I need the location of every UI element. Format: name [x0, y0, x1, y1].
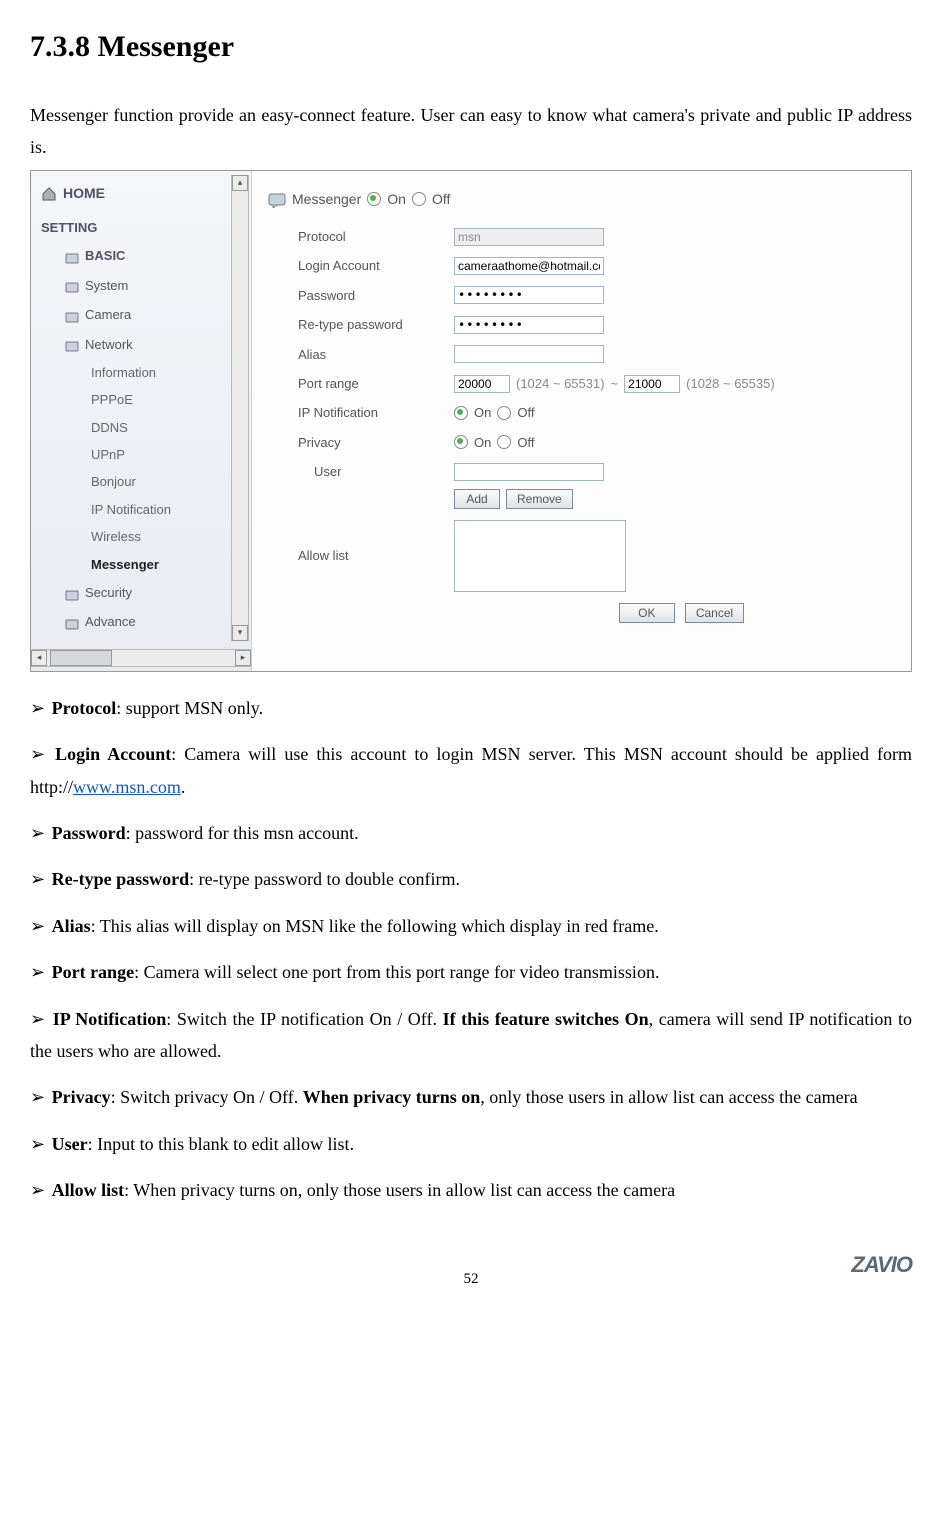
sidebar-sub-messenger[interactable]: Messenger	[35, 551, 247, 578]
on-label: On	[474, 431, 491, 454]
msn-link[interactable]: www.msn.com	[73, 777, 181, 797]
protocol-input	[454, 228, 604, 246]
messenger-on-radio[interactable]	[367, 192, 381, 206]
privacy-label: Privacy	[298, 431, 448, 454]
port-from-input[interactable]	[454, 375, 510, 393]
login-account-input[interactable]	[454, 257, 604, 275]
port-from-hint: (1024 ~ 65531)	[516, 372, 605, 395]
page-title: 7.3.8 Messenger	[30, 20, 912, 74]
add-button[interactable]: Add	[454, 489, 500, 509]
settings-panel: Messenger On Off Protocol Login Account …	[252, 171, 911, 671]
bullet-allow-list: ➢ Allow list: When privacy turns on, onl…	[30, 1174, 912, 1206]
bullet-port-range: ➢ Port range: Camera will select one por…	[30, 956, 912, 988]
on-label: On	[387, 187, 406, 212]
sidebar-item-system[interactable]: System	[35, 271, 247, 300]
bullet-ip-notification: ➢ IP Notification: Switch the IP notific…	[30, 1003, 912, 1068]
alias-input[interactable]	[454, 345, 604, 363]
sidebar-sub-wireless[interactable]: Wireless	[35, 523, 247, 550]
panel-title: Messenger	[292, 187, 361, 212]
folder-icon	[65, 249, 79, 263]
folder-icon	[65, 337, 79, 351]
sidebar-setting-label: SETTING	[35, 210, 247, 241]
sidebar-scrollbar-h[interactable]: ◂ ▸	[31, 649, 251, 667]
sidebar-item-network[interactable]: Network	[35, 330, 247, 359]
scroll-thumb[interactable]	[50, 650, 112, 666]
user-label: User	[314, 460, 448, 483]
tilde: ~	[611, 372, 619, 395]
off-label: Off	[517, 401, 534, 424]
bullet-user: ➢ User: Input to this blank to edit allo…	[30, 1128, 912, 1160]
scroll-left-icon[interactable]: ◂	[31, 650, 47, 666]
sidebar-item-advance[interactable]: Advance	[35, 607, 247, 636]
privacy-on-radio[interactable]	[454, 435, 468, 449]
sidebar-sub-bonjour[interactable]: Bonjour	[35, 468, 247, 495]
settings-screenshot: HOME SETTING BASIC System Camera Network	[30, 170, 912, 672]
sidebar-scrollbar-v[interactable]: ▴ ▾	[231, 175, 249, 641]
retype-password-label: Re-type password	[298, 313, 448, 336]
ipnotif-on-radio[interactable]	[454, 406, 468, 420]
off-label: Off	[517, 431, 534, 454]
allow-list-box[interactable]	[454, 520, 626, 592]
port-to-hint: (1028 ~ 65535)	[686, 372, 775, 395]
scroll-right-icon[interactable]: ▸	[235, 650, 251, 666]
sidebar-home[interactable]: HOME	[35, 177, 247, 210]
retype-password-input[interactable]	[454, 316, 604, 334]
password-label: Password	[298, 284, 448, 307]
off-label: Off	[432, 187, 450, 212]
sidebar-basic[interactable]: BASIC	[35, 241, 247, 270]
folder-icon	[65, 278, 79, 292]
bullet-password: ➢ Password: password for this msn accoun…	[30, 817, 912, 849]
ipnotif-off-radio[interactable]	[497, 406, 511, 420]
privacy-off-radio[interactable]	[497, 435, 511, 449]
ok-button[interactable]: OK	[619, 603, 675, 623]
messenger-icon	[268, 191, 286, 207]
scroll-down-icon[interactable]: ▾	[232, 625, 248, 641]
cancel-button[interactable]: Cancel	[685, 603, 744, 623]
home-icon	[41, 185, 57, 201]
sidebar-home-label: HOME	[63, 181, 105, 206]
login-account-label: Login Account	[298, 254, 448, 277]
folder-icon	[65, 586, 79, 600]
bullet-login-account: ➢ Login Account: Camera will use this ac…	[30, 738, 912, 803]
sidebar-sub-ipnotification[interactable]: IP Notification	[35, 496, 247, 523]
bullet-protocol: ➢ Protocol: support MSN only.	[30, 692, 912, 724]
sidebar-sub-ddns[interactable]: DDNS	[35, 414, 247, 441]
remove-button[interactable]: Remove	[506, 489, 573, 509]
bullet-list: ➢ Protocol: support MSN only. ➢ Login Ac…	[30, 692, 912, 1207]
allow-list-label: Allow list	[298, 520, 448, 567]
scroll-up-icon[interactable]: ▴	[232, 175, 248, 191]
bullet-privacy: ➢ Privacy: Switch privacy On / Off. When…	[30, 1081, 912, 1113]
on-label: On	[474, 401, 491, 424]
port-to-input[interactable]	[624, 375, 680, 393]
sidebar-item-security[interactable]: Security	[35, 578, 247, 607]
sidebar: HOME SETTING BASIC System Camera Network	[31, 171, 252, 671]
protocol-label: Protocol	[298, 225, 448, 248]
sidebar-sub-information[interactable]: Information	[35, 359, 247, 386]
alias-label: Alias	[298, 343, 448, 366]
bullet-alias: ➢ Alias: This alias will display on MSN …	[30, 910, 912, 942]
sidebar-sub-pppoe[interactable]: PPPoE	[35, 386, 247, 413]
bullet-retype-password: ➢ Re-type password: re-type password to …	[30, 863, 912, 895]
port-range-label: Port range	[298, 372, 448, 395]
sidebar-sub-upnp[interactable]: UPnP	[35, 441, 247, 468]
user-input[interactable]	[454, 463, 604, 481]
password-input[interactable]	[454, 286, 604, 304]
ip-notification-label: IP Notification	[298, 401, 448, 424]
footer-logo: ZAVIO	[851, 1252, 912, 1277]
folder-icon	[65, 615, 79, 629]
folder-icon	[65, 308, 79, 322]
messenger-off-radio[interactable]	[412, 192, 426, 206]
intro-text: Messenger function provide an easy-conne…	[30, 99, 912, 164]
page-number: 52	[464, 1266, 479, 1293]
sidebar-item-camera[interactable]: Camera	[35, 300, 247, 329]
